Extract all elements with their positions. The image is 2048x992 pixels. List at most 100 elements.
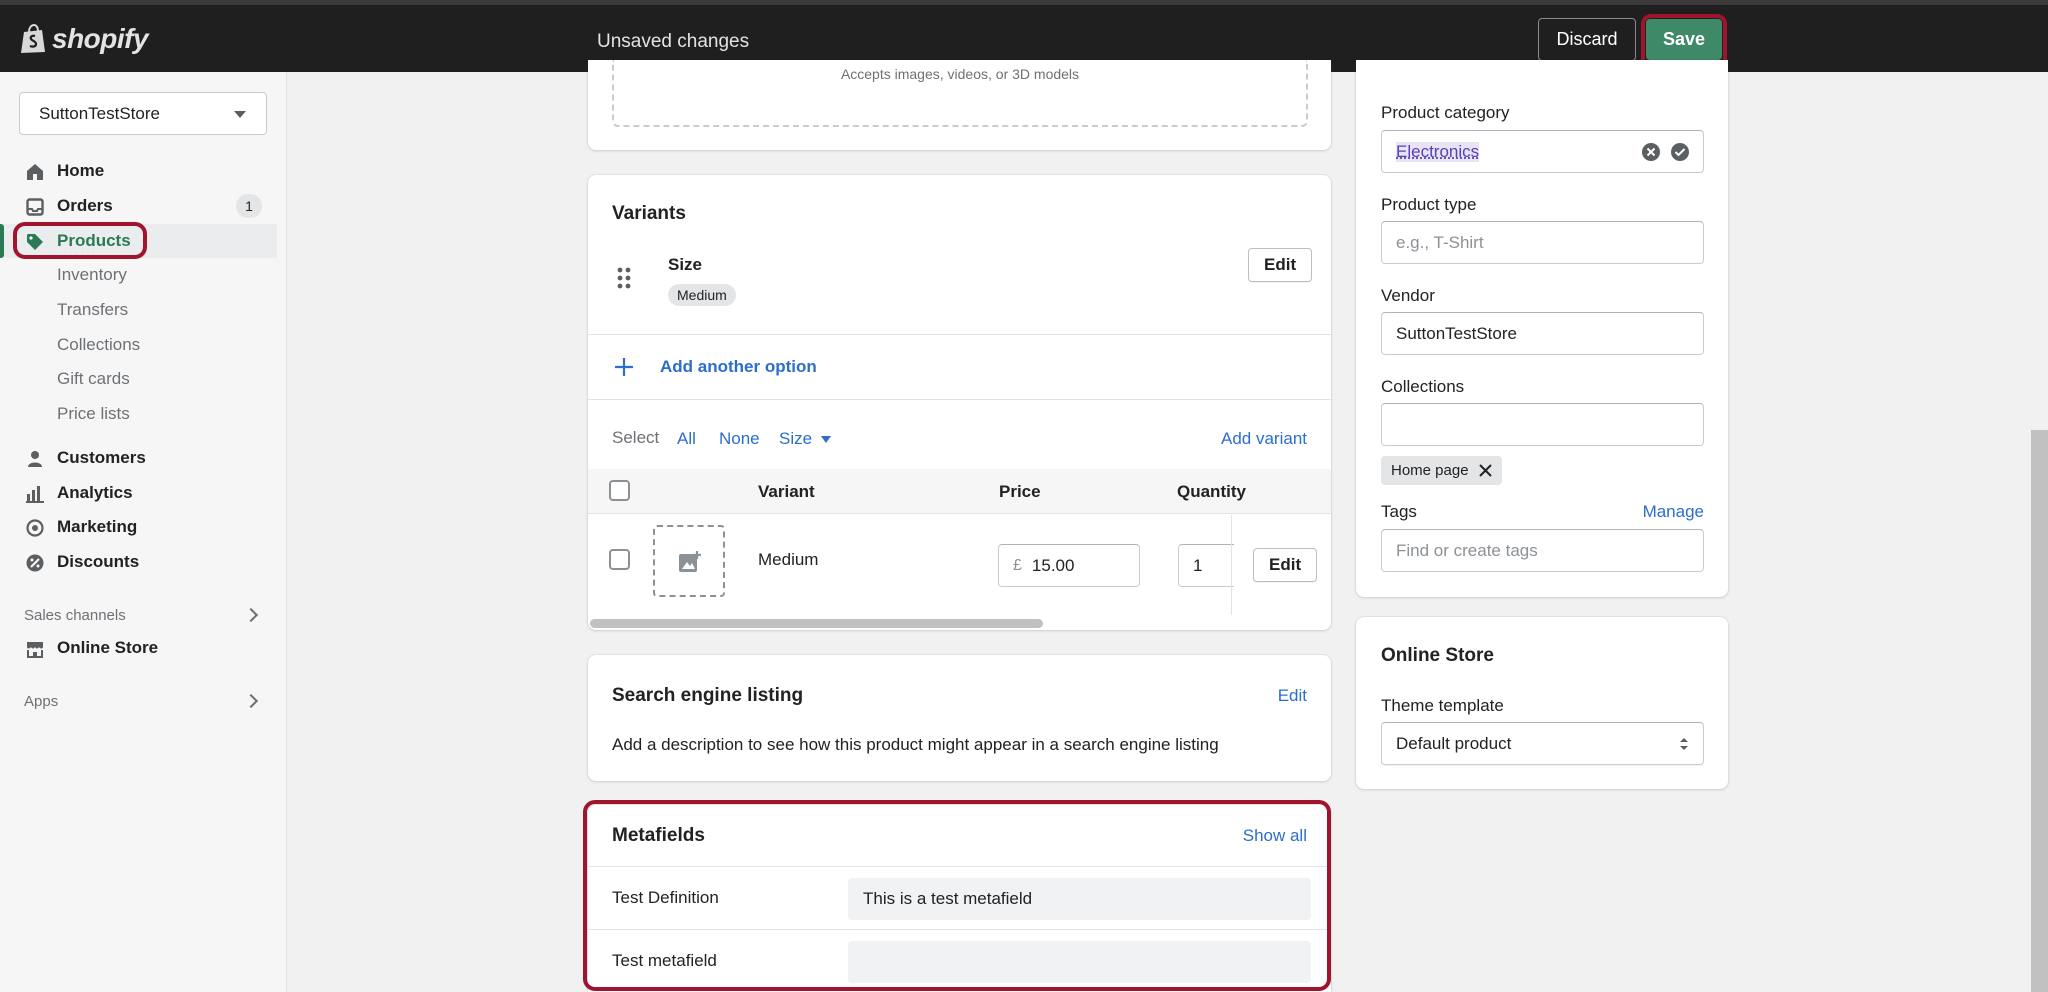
vendor-label: Vendor — [1381, 286, 1435, 305]
plus-icon[interactable] — [614, 357, 634, 377]
product-category-input[interactable]: Electronics — [1381, 130, 1704, 173]
drag-handle-icon[interactable] — [617, 267, 631, 289]
save-button[interactable]: Save — [1646, 19, 1722, 60]
select-arrows-icon — [1680, 738, 1688, 750]
tags-label: Tags — [1381, 502, 1417, 521]
media-card: Accepts images, videos, or 3D models — [588, 60, 1331, 150]
sidebar-item-collections[interactable]: Collections — [57, 335, 140, 355]
store-icon — [27, 642, 43, 658]
sidebar-item-gift-cards[interactable]: Gift cards — [57, 369, 130, 389]
sidebar: SuttonTestStore Home Orders 1 Products I… — [0, 72, 287, 992]
caret-down-icon — [820, 436, 831, 444]
collections-input[interactable] — [1381, 403, 1704, 446]
theme-template-value: Default product — [1396, 733, 1512, 753]
sales-channels-heading: Sales channels — [24, 607, 126, 624]
store-name: SuttonTestStore — [39, 104, 160, 123]
select-all-link[interactable]: All — [677, 429, 696, 449]
variant-row-checkbox[interactable] — [609, 549, 630, 570]
shopify-wordmark: shopify — [52, 23, 149, 54]
variant-price-input[interactable]: £ 15.00 — [998, 544, 1140, 587]
variants-table-header: Variant Price Quantity — [588, 469, 1331, 514]
edit-option-button[interactable]: Edit — [1248, 248, 1313, 282]
sidebar-item-label: Customers — [57, 448, 146, 467]
bar-chart-icon — [26, 486, 44, 503]
seo-card: Search engine listing Edit Add a descrip… — [588, 655, 1331, 781]
add-another-option-link[interactable]: Add another option — [660, 357, 817, 377]
vendor-value: SuttonTestStore — [1396, 323, 1517, 343]
manage-tags-link[interactable]: Manage — [1643, 502, 1704, 522]
sidebar-item-online-store[interactable]: Online Store — [0, 631, 277, 665]
option-value-chip: Medium — [668, 284, 736, 306]
sidebar-item-inventory[interactable]: Inventory — [57, 265, 127, 285]
column-price: Price — [999, 482, 1041, 501]
variant-quantity-input[interactable]: 1 — [1178, 544, 1234, 587]
person-icon — [28, 451, 42, 467]
option-name: Size — [668, 255, 703, 274]
tags-input[interactable]: Find or create tags — [1381, 529, 1704, 572]
add-image-icon — [679, 551, 701, 572]
apps-heading: Apps — [24, 693, 59, 710]
select-none-link[interactable]: None — [719, 429, 760, 449]
vendor-input[interactable]: SuttonTestStore — [1381, 312, 1704, 355]
select-size-label: Size — [779, 429, 813, 448]
variant-image-upload[interactable] — [653, 525, 725, 597]
collections-label: Collections — [1381, 377, 1465, 396]
select-label: Select — [612, 428, 660, 447]
store-selector[interactable]: SuttonTestStore — [19, 92, 267, 135]
products-highlight-ring — [13, 222, 147, 259]
product-category-label: Product category — [1381, 103, 1510, 122]
sidebar-item-marketing[interactable]: Marketing — [0, 510, 277, 544]
discard-button[interactable]: Discard — [1538, 18, 1636, 61]
chevron-right-icon[interactable] — [243, 693, 259, 709]
column-shadow-divider — [1231, 515, 1232, 615]
sidebar-item-orders[interactable]: Orders 1 — [0, 189, 277, 223]
check-circle-icon[interactable] — [1670, 142, 1690, 162]
price-value: 15.00 — [1031, 555, 1075, 575]
seo-description: Add a description to see how this produc… — [612, 735, 1219, 754]
close-icon[interactable] — [1478, 464, 1492, 477]
product-organization-card: Product category Electronics Product typ… — [1356, 60, 1728, 597]
media-dropzone[interactable]: Accepts images, videos, or 3D models — [612, 60, 1308, 127]
sidebar-item-label: Analytics — [57, 483, 133, 502]
clear-circle-icon[interactable] — [1641, 142, 1661, 162]
orders-inbox-icon — [26, 198, 44, 216]
add-variant-link[interactable]: Add variant — [1221, 429, 1307, 449]
discount-icon — [26, 554, 44, 572]
column-quantity: Quantity — [1177, 482, 1246, 501]
sidebar-item-customers[interactable]: Customers — [0, 441, 277, 475]
media-accepts-text: Accepts images, videos, or 3D models — [840, 66, 1080, 82]
shopify-logo[interactable]: shopify — [20, 23, 149, 55]
caret-down-icon — [234, 111, 246, 118]
sidebar-item-home[interactable]: Home — [0, 154, 277, 188]
sidebar-item-discounts[interactable]: Discounts — [0, 545, 277, 579]
divider — [588, 334, 1331, 335]
home-icon — [27, 164, 43, 180]
select-all-checkbox[interactable] — [609, 480, 630, 501]
shopify-bag-icon — [21, 24, 45, 53]
seo-edit-link[interactable]: Edit — [1278, 686, 1307, 706]
sidebar-item-label: Home — [57, 161, 105, 180]
quantity-value: 1 — [1193, 555, 1203, 575]
theme-template-select[interactable]: Default product — [1381, 722, 1704, 765]
horizontal-scrollbar[interactable] — [590, 619, 1043, 628]
select-size-dropdown[interactable]: Size — [779, 429, 831, 449]
online-store-title: Online Store — [1381, 645, 1494, 666]
sidebar-item-price-lists[interactable]: Price lists — [57, 404, 130, 424]
page-scrollbar[interactable] — [2031, 430, 2048, 992]
online-store-card: Online Store Theme template Default prod… — [1356, 617, 1728, 789]
sidebar-item-label: Marketing — [57, 517, 138, 536]
sidebar-item-analytics[interactable]: Analytics — [0, 476, 277, 510]
column-variant: Variant — [758, 482, 815, 501]
tags-placeholder: Find or create tags — [1396, 540, 1538, 560]
sidebar-item-transfers[interactable]: Transfers — [57, 300, 128, 320]
collection-tag-label: Home page — [1391, 462, 1469, 479]
variants-title: Variants — [612, 203, 686, 224]
product-type-placeholder: e.g., T-Shirt — [1396, 232, 1484, 252]
sidebar-item-label: Online Store — [57, 638, 159, 657]
variants-card: Variants Size Medium Edit Add another op… — [588, 175, 1331, 630]
edit-variant-button[interactable]: Edit — [1253, 548, 1318, 582]
table-row: Medium £ 15.00 1 Edit — [588, 515, 1331, 615]
chevron-right-icon[interactable] — [243, 607, 259, 623]
product-type-input[interactable]: e.g., T-Shirt — [1381, 221, 1704, 264]
category-value: Electronics — [1396, 141, 1480, 162]
